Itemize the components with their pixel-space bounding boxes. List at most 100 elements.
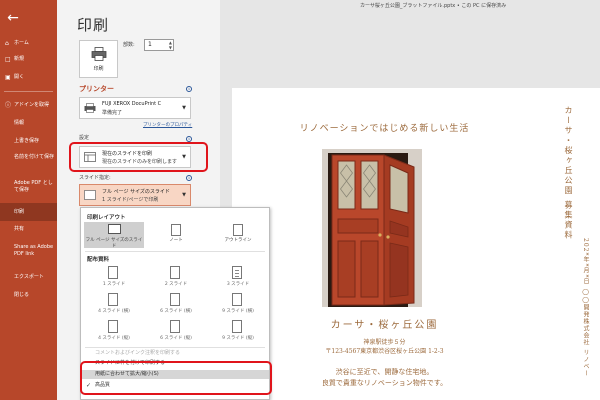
print-layout-title: フル ページ サイズのスライド [102, 189, 170, 195]
option-print-comments[interactable]: コメントおよびインク注釈を印刷する [81, 349, 269, 358]
handout-4v-icon [108, 320, 118, 333]
chevron-down-icon: ▼ [182, 105, 186, 111]
handout-4-vertical[interactable]: 4 スライド (縦) [85, 319, 143, 345]
flyout-divider [85, 251, 265, 252]
sidebar-item-home[interactable]: ⌂ ホーム [0, 40, 57, 47]
printer-heading: プリンター [79, 85, 114, 93]
handout-6-vertical[interactable]: 6 スライド (縦) [147, 319, 205, 345]
print-button[interactable]: 印刷 [79, 40, 118, 78]
handout-4-horizontal[interactable]: 4 スライド (横) [85, 292, 143, 318]
layout-option-full-page[interactable]: フル ページ サイズのスライド [84, 222, 144, 249]
copies-label: 部数: [123, 42, 135, 48]
printer-icon [91, 47, 107, 61]
handout-1-slide[interactable]: 1 スライド [85, 265, 143, 291]
sidebar-item-new[interactable]: □ 新規 [0, 56, 57, 63]
sidebar-item-print[interactable]: 印刷 [0, 203, 57, 221]
sidebar-item-close[interactable]: 閉じる [0, 292, 57, 299]
handout-label: 3 スライド [226, 282, 250, 287]
sidebar-divider [4, 91, 53, 92]
handout-2-slides[interactable]: 2 スライド [147, 265, 205, 291]
layout-option-label: ノート [169, 238, 183, 243]
printer-select[interactable]: FUJI XEROX DocuPrint C 準備完了 ▼ [79, 97, 191, 119]
page-title: 印刷 [77, 16, 110, 34]
vertical-title: カーサ・桜ヶ丘公園 募集資料 [564, 106, 573, 241]
sidebar-item-get-addins[interactable]: ⓘ アドインを取得 [0, 102, 57, 109]
sidebar-item-save-adobe-pdf[interactable]: Adobe PDF として保存 [0, 180, 57, 194]
backstage-sidebar: ← ⌂ ホーム □ 新規 ▣ 開く ⓘ アドインを取得 情報 上書き保存 名前を… [0, 0, 57, 400]
layout-option-notes[interactable]: ノート [146, 222, 206, 248]
handout-9v-icon [232, 320, 242, 333]
callout-print-range [69, 142, 208, 172]
property-access: 神泉駅徒歩５分 [363, 339, 406, 346]
handout-9h-icon [232, 293, 242, 306]
sidebar-item-save-as[interactable]: 名前を付けて保存 [0, 154, 57, 161]
sidebar-item-open[interactable]: ▣ 開く [0, 74, 57, 81]
sidebar-item-label: 共有 [14, 226, 25, 232]
slide-layout-icon [84, 190, 96, 200]
property-tagline-2: 良質で貴重なリノベーション物件です。 [321, 379, 448, 387]
outline-page-icon [233, 224, 243, 236]
printer-name: FUJI XEROX DocuPrint C [102, 101, 162, 107]
sidebar-item-label: ホーム [14, 40, 29, 46]
sidebar-item-label: Adobe PDF として保存 [14, 180, 53, 193]
printer-info-icon[interactable]: i [186, 86, 192, 92]
print-layout-heading: 印刷レイアウト [87, 215, 126, 221]
settings-heading: 設定 [79, 135, 90, 141]
callout-scale-options [80, 361, 272, 395]
sidebar-item-label: Share as Adobe PDF link [14, 244, 54, 257]
vertical-subtitle: 202*年*月*日 ◯◯開発株式会社 リノベー [582, 238, 589, 378]
window-title: カーサ桜ヶ丘公園_ブラットファイル.pptx • この PC に保存済み [360, 3, 507, 9]
print-backstage: ← ⌂ ホーム □ 新規 ▣ 開く ⓘ アドインを取得 情報 上書き保存 名前を… [0, 0, 600, 400]
copies-input[interactable]: 1 ▲ ▼ [144, 39, 174, 51]
back-arrow-icon[interactable]: ← [5, 10, 21, 26]
handout-9-vertical[interactable]: 9 スライド (縦) [209, 319, 267, 345]
copies-spinner-icon[interactable]: ▲ ▼ [169, 40, 172, 50]
sidebar-item-info[interactable]: 情報 [0, 120, 57, 127]
folder-open-icon: ▣ [5, 74, 11, 81]
slides-label: スライド指定: [79, 175, 111, 181]
home-icon: ⌂ [5, 40, 9, 47]
full-page-slide-icon [108, 224, 121, 234]
handout-3-slides[interactable]: 3 スライド [209, 265, 267, 291]
slide-preview: リノベーションではじめる新しい生活 カーサ・桜ヶ丘公園 神泉駅徒歩５分 〒123… [232, 88, 600, 400]
layout-option-outline[interactable]: アウトライン [208, 222, 268, 248]
sidebar-item-label: 上書き保存 [14, 138, 40, 144]
print-button-label: 印刷 [93, 66, 104, 72]
handout-9-horizontal[interactable]: 9 スライド (横) [209, 292, 267, 318]
handout-4h-icon [108, 293, 118, 306]
sidebar-item-label: アドインを取得 [14, 102, 50, 108]
sidebar-item-share-adobe-pdf-link[interactable]: Share as Adobe PDF link [0, 244, 57, 258]
handout-6-horizontal[interactable]: 6 スライド (横) [147, 292, 205, 318]
handout-label: 6 スライド (縦) [160, 336, 192, 341]
handout-label: 9 スライド (横) [222, 309, 254, 314]
handout-label: 6 スライド (横) [160, 309, 192, 314]
preview-headline: リノベーションではじめる新しい生活 [299, 124, 470, 134]
sidebar-item-save[interactable]: 上書き保存 [0, 138, 57, 145]
flyout-divider [85, 347, 265, 348]
print-layout-desc: 1 スライド/ページで印刷 [102, 197, 159, 203]
handout-label: 4 スライド (横) [98, 309, 130, 314]
property-address: 〒123-4567東京都渋谷区桜ヶ丘公園 1-2-3 [325, 348, 444, 355]
new-file-icon: □ [5, 56, 11, 63]
sidebar-item-share[interactable]: 共有 [0, 226, 57, 233]
notes-page-icon [171, 224, 181, 236]
handout-label: 9 スライド (縦) [222, 336, 254, 341]
door-photo [310, 145, 442, 309]
handout-3-icon [232, 266, 242, 279]
sidebar-item-label: 印刷 [14, 209, 25, 215]
chevron-down-icon: ▼ [182, 192, 186, 198]
handout-label: 4 スライド (縦) [98, 336, 130, 341]
printer-status: 準備完了 [102, 110, 123, 116]
printer-properties-link[interactable]: プリンターのプロパティ [143, 122, 192, 128]
print-layout-select[interactable]: フル ページ サイズのスライド 1 スライド/ページで印刷 ▼ [79, 184, 191, 206]
sidebar-item-label: 名前を付けて保存 [14, 154, 55, 160]
sidebar-item-label: 閉じる [14, 292, 30, 298]
layout-option-label: フル ページ サイズのスライド [85, 238, 143, 249]
property-name: カーサ・桜ヶ丘公園 [330, 320, 439, 331]
handout-6h-icon [170, 293, 180, 306]
sidebar-item-export[interactable]: エクスポート [0, 274, 57, 281]
copies-value: 1 [148, 41, 152, 48]
slides-info-icon[interactable]: i [186, 175, 192, 181]
handout-1-icon [108, 266, 118, 279]
option-label: コメントおよびインク注釈を印刷する [95, 350, 181, 356]
